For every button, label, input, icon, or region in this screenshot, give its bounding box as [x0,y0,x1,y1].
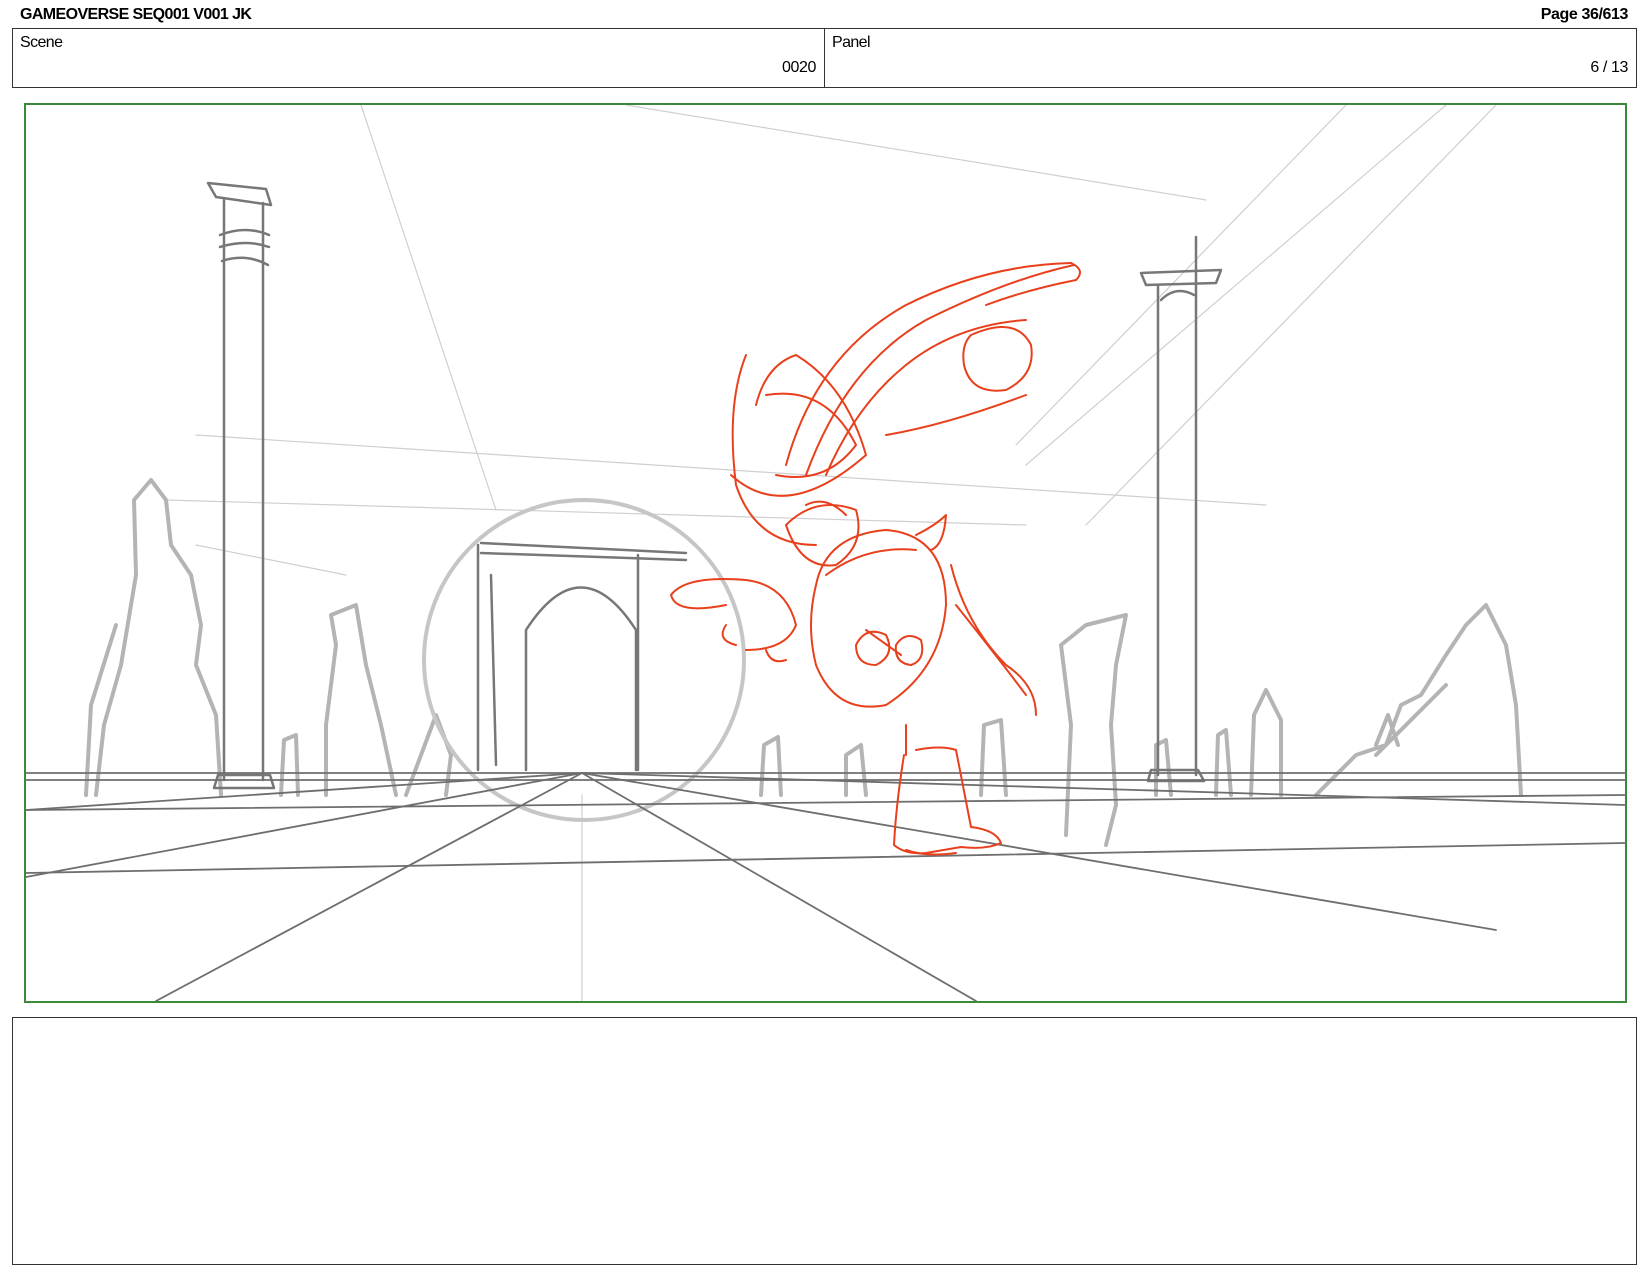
panel-label: Panel [832,34,871,51]
page-number: Page 36/613 [1540,6,1629,23]
sketch-drawing [26,105,1625,1001]
document-title: GAMEOVERSE SEQ001 V001 JK [20,6,252,23]
scene-cell: Scene 0020 [13,29,824,87]
panel-number: 6 / 13 [1590,59,1628,76]
panel-cell: Panel 6 / 13 [824,29,1636,87]
panel-notes-box [12,1017,1637,1265]
ground-lines [26,772,1625,1001]
scene-number: 0020 [782,59,816,76]
storyboard-panel [24,103,1627,1003]
background-rocks [84,478,1523,847]
scene-panel-info: Scene 0020 Panel 6 / 13 [12,28,1637,88]
character-sketch [670,262,1081,856]
scene-label: Scene [20,34,63,51]
